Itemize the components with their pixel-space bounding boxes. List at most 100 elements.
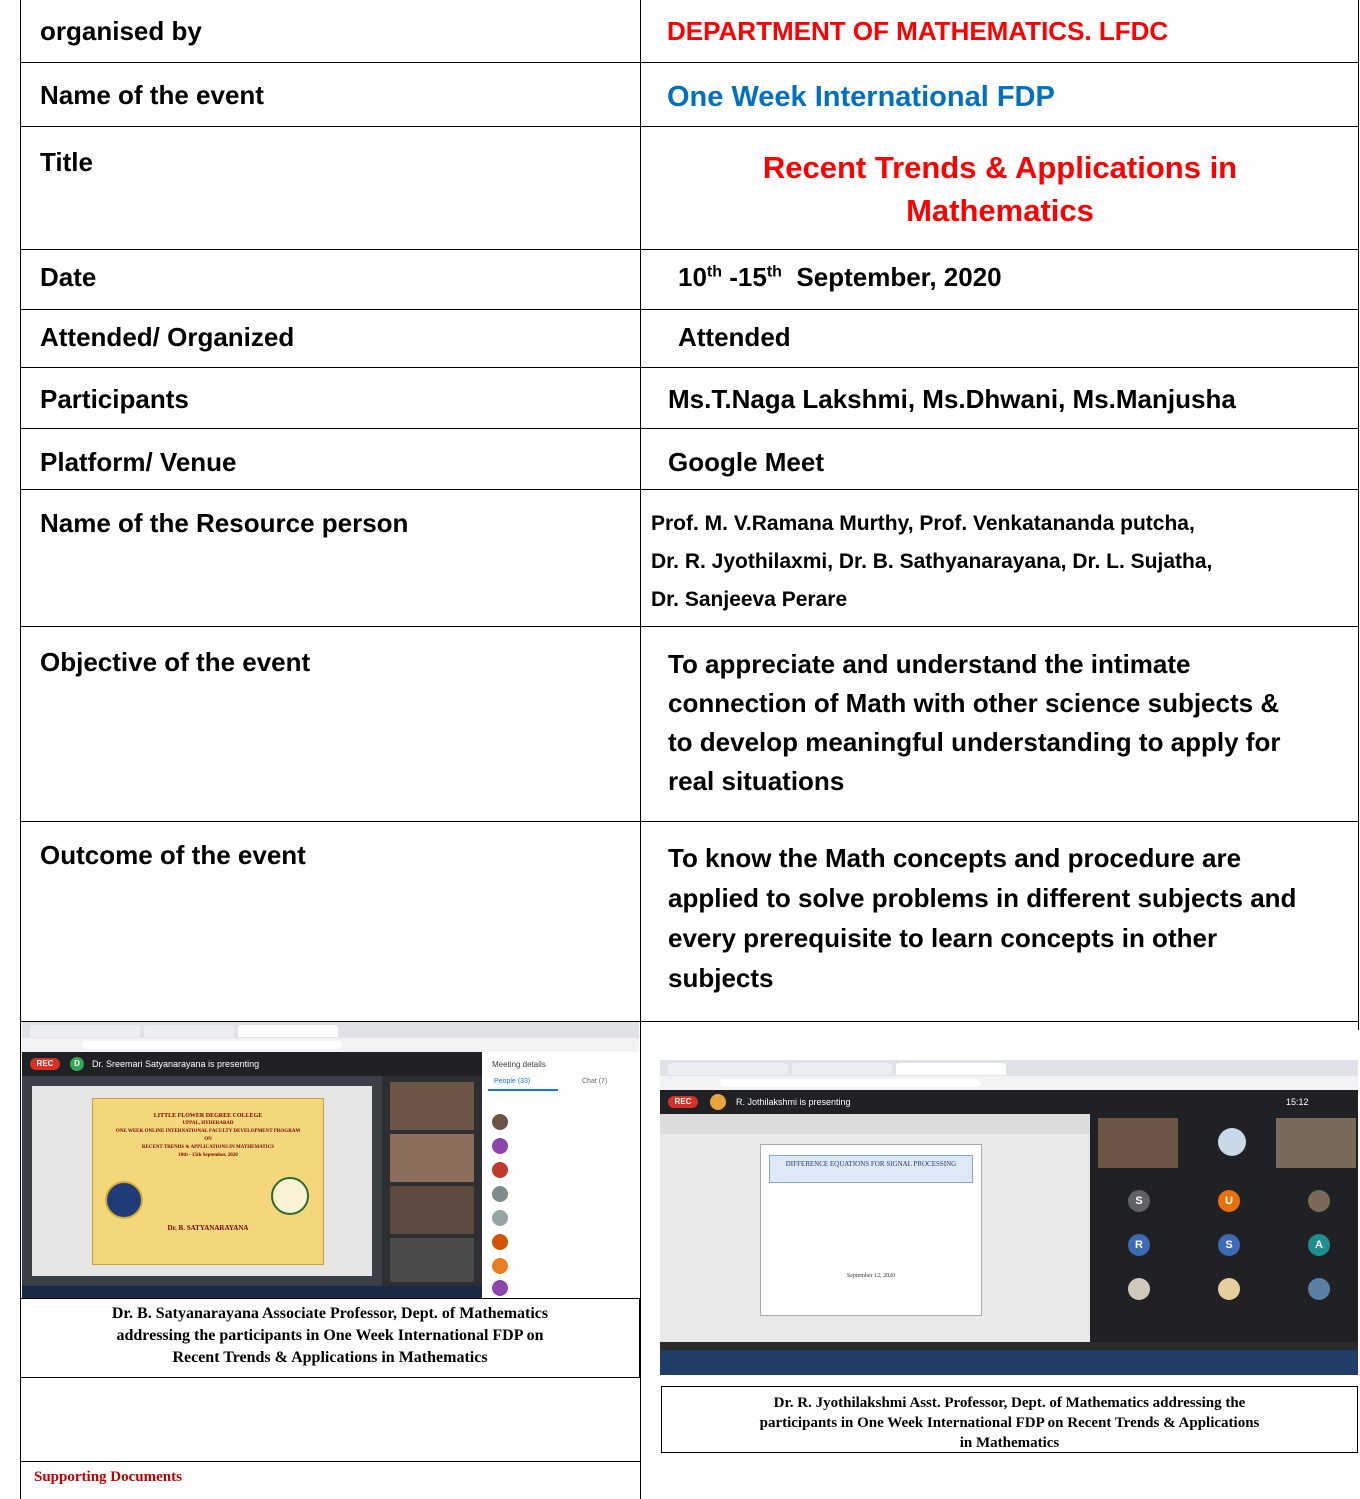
university-logo (271, 1177, 309, 1215)
value-title-line-2: Mathematics (906, 193, 1094, 228)
participant-tile-r: R (1128, 1234, 1150, 1256)
slide-date: September 12, 2020 (846, 1273, 896, 1279)
participant-video (390, 1238, 474, 1282)
participant-tile-u: U (1218, 1190, 1240, 1212)
participant-photo-avatar (1308, 1190, 1330, 1212)
slide-location: UPPAL, HYDERABAD (182, 1121, 234, 1126)
presenter-avatar (710, 1094, 726, 1110)
value-outcome: To know the Math concepts and procedure … (668, 838, 1296, 998)
presenter-avatar: D (70, 1057, 84, 1071)
date-start-suffix: th (706, 263, 723, 281)
participant-photo-avatar (1128, 1278, 1150, 1300)
resource-person-line: Dr. Sanjeeva Perare (651, 588, 848, 611)
participant-tile-a: A (1308, 1234, 1330, 1256)
participant-tile-s2: S (1218, 1234, 1240, 1256)
label-outcome: Outcome of the event (40, 840, 306, 870)
date-month-year: September, 2020 (781, 262, 1002, 292)
browser-tab (238, 1025, 338, 1037)
video-tiles (382, 1076, 482, 1286)
outcome-line: every prerequisite to learn concepts in … (668, 923, 1218, 953)
label-title: Title (40, 147, 93, 177)
row-divider (20, 126, 1359, 127)
people-tab[interactable]: People (33) (494, 1078, 530, 1085)
participant-grid: S U R S A (1090, 1114, 1358, 1342)
caption-line: Recent Trends & Applications in Mathemat… (172, 1349, 488, 1366)
caption-left-photo: Dr. B. Satyanarayana Associate Professor… (20, 1298, 640, 1378)
value-resource-person: Prof. M. V.Ramana Murthy, Prof. Venkatan… (651, 505, 1212, 619)
browser-url-bar (660, 1076, 1358, 1090)
photo-right-meeting-screenshot: REC R. Jothilakshmi is presenting 15:12 … (660, 1060, 1358, 1375)
browser-url-bar (22, 1038, 639, 1052)
row-divider (20, 367, 1359, 368)
slide-speaker-name: Dr. B. SATYANARAYANA (167, 1224, 249, 1232)
objective-line: connection of Math with other science su… (668, 688, 1280, 718)
label-attended-organized: Attended/ Organized (40, 322, 295, 352)
participant-avatar (492, 1186, 508, 1202)
slide-topic: RECENT TRENDS & APPLICATIONS IN MATHEMAT… (141, 1145, 275, 1150)
inner-toolbar (660, 1114, 1090, 1134)
panel-title: Meeting details (492, 1060, 546, 1069)
url-field (720, 1079, 980, 1087)
value-title: Recent Trends & Applications in Mathemat… (650, 146, 1350, 232)
value-platform-venue: Google Meet (668, 447, 825, 477)
rec-badge: REC (668, 1096, 698, 1108)
inner-window: LITTLE FLOWER DEGREE COLLEGE UPPAL, HYDE… (32, 1086, 372, 1276)
value-objective: To appreciate and understand the intimat… (668, 645, 1280, 801)
value-date: 10th -15th September, 2020 (678, 260, 1002, 294)
participant-avatar (492, 1280, 508, 1296)
label-platform-venue: Platform/ Venue (40, 447, 237, 477)
label-date: Date (40, 262, 97, 292)
document-page: organised by DEPARTMENT OF MATHEMATICS. … (0, 0, 1360, 1499)
outcome-line: applied to solve problems in different s… (668, 883, 1297, 913)
label-objective: Objective of the event (40, 647, 311, 677)
participant-video (390, 1082, 474, 1130)
outcome-line: To know the Math concepts and procedure … (668, 843, 1242, 873)
participant-photo-avatar (1308, 1278, 1330, 1300)
presentation-slide: DIFFERENCE EQUATIONS FOR SIGNAL PROCESSI… (760, 1144, 982, 1316)
slide-program: ONE WEEK ONLINE INTERNATIONAL FACULTY DE… (115, 1129, 301, 1134)
date-start: 10 (678, 262, 707, 292)
browser-tab (144, 1025, 234, 1037)
participant-avatar (492, 1114, 508, 1130)
resource-person-line: Dr. R. Jyothilaxmi, Dr. B. Sathyanarayan… (651, 550, 1213, 573)
row-divider (20, 821, 1359, 822)
caption-line: in Mathematics (959, 1435, 1060, 1451)
label-event-name: Name of the event (40, 80, 264, 110)
table-border-right (1358, 0, 1359, 1030)
meeting-details-panel: Meeting details People (33) Chat (7) (482, 1052, 639, 1300)
value-title-line-1: Recent Trends & Applications in (762, 150, 1238, 185)
college-logo (105, 1181, 143, 1219)
outcome-line: subjects (668, 963, 774, 993)
browser-tab (896, 1063, 1006, 1075)
slide-title: DIFFERENCE EQUATIONS FOR SIGNAL PROCESSI… (785, 1160, 957, 1168)
row-divider (20, 428, 1359, 429)
slide-title-box: DIFFERENCE EQUATIONS FOR SIGNAL PROCESSI… (769, 1155, 973, 1183)
shared-screen: LITTLE FLOWER DEGREE COLLEGE UPPAL, HYDE… (22, 1076, 382, 1286)
caption-right-photo: Dr. R. Jyothilakshmi Asst. Professor, De… (661, 1386, 1358, 1453)
presentation-slide: LITTLE FLOWER DEGREE COLLEGE UPPAL, HYDE… (92, 1098, 324, 1265)
participant-video (390, 1134, 474, 1182)
shared-screen: DIFFERENCE EQUATIONS FOR SIGNAL PROCESSI… (660, 1114, 1090, 1342)
caption-line: Dr. R. Jyothilakshmi Asst. Professor, De… (773, 1395, 1246, 1411)
photo-left-meeting-screenshot: REC D Dr. Sreemari Satyanarayana is pres… (22, 1022, 639, 1300)
chat-tab[interactable]: Chat (7) (582, 1078, 607, 1085)
slide-on: ON (204, 1137, 212, 1142)
caption-line: participants in One Week International F… (759, 1415, 1260, 1431)
windows-taskbar (660, 1350, 1358, 1375)
label-resource-person: Name of the Resource person (40, 508, 409, 538)
date-end: -15 (722, 262, 767, 292)
url-field (82, 1041, 342, 1049)
participant-avatar (1218, 1128, 1246, 1156)
browser-tab (668, 1063, 788, 1075)
label-organised-by: organised by (40, 16, 202, 46)
participant-tile-s: S (1128, 1190, 1150, 1212)
participant-video (1098, 1118, 1178, 1168)
value-participants: Ms.T.Naga Lakshmi, Ms.Dhwani, Ms.Manjush… (668, 384, 1236, 414)
meet-top-bar: REC R. Jothilakshmi is presenting 15:12 (660, 1090, 1358, 1114)
browser-tab-bar (660, 1060, 1358, 1076)
label-participants: Participants (40, 384, 189, 414)
participant-avatar (492, 1210, 508, 1226)
table-border-left (20, 0, 21, 1499)
value-event-name: One Week International FDP (667, 81, 1055, 113)
row-divider (20, 489, 1359, 490)
